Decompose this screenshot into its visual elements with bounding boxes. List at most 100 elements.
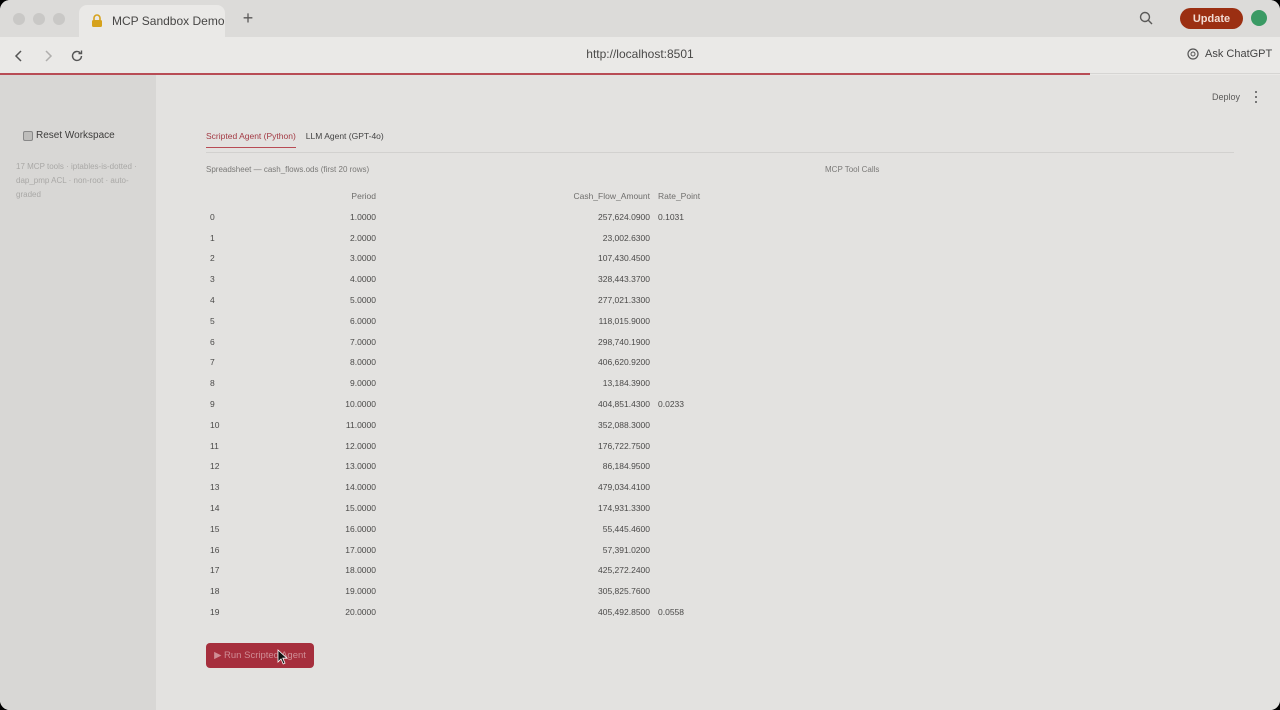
cell-cash-flow-amount[interactable]: 23,002.6300 — [506, 233, 650, 243]
update-button[interactable]: Update — [1180, 8, 1243, 29]
row-index[interactable]: 4 — [210, 295, 215, 305]
cell-cash-flow-amount[interactable]: 257,624.0900 — [506, 212, 650, 222]
cell-cash-flow-amount[interactable]: 13,184.3900 — [506, 378, 650, 388]
row-index[interactable]: 18 — [210, 586, 219, 596]
cell-cash-flow-amount[interactable]: 425,272.2400 — [506, 565, 650, 575]
cell-period[interactable]: 9.0000 — [266, 378, 376, 388]
row-index[interactable]: 6 — [210, 337, 215, 347]
row-index[interactable]: 5 — [210, 316, 215, 326]
table-row: 2 3.0000 107,430.4500 — [206, 249, 810, 270]
cell-period[interactable]: 16.0000 — [266, 524, 376, 534]
cell-period[interactable]: 8.0000 — [266, 357, 376, 367]
row-index[interactable]: 15 — [210, 524, 219, 534]
row-index[interactable]: 2 — [210, 253, 215, 263]
tab-llm-agent[interactable]: LLM Agent (GPT-4o) — [306, 131, 384, 148]
reset-checkbox-icon — [23, 130, 33, 141]
row-index[interactable]: 7 — [210, 357, 215, 367]
cell-period[interactable]: 6.0000 — [266, 316, 376, 326]
cell-cash-flow-amount[interactable]: 405,492.8500 — [506, 607, 650, 617]
table-row: 11 12.0000 176,722.7500 — [206, 437, 810, 458]
ask-chatgpt-button[interactable]: Ask ChatGPT — [1186, 47, 1272, 61]
table-row: 12 13.0000 86,184.9500 — [206, 457, 810, 478]
cell-cash-flow-amount[interactable]: 57,391.0200 — [506, 545, 650, 555]
table-row: 6 7.0000 298,740.1900 — [206, 333, 810, 354]
cell-rate-point[interactable]: 0.0558 — [658, 607, 684, 617]
row-index[interactable]: 1 — [210, 233, 215, 243]
cell-cash-flow-amount[interactable]: 305,825.7600 — [506, 586, 650, 596]
cell-period[interactable]: 4.0000 — [266, 274, 376, 284]
row-index[interactable]: 9 — [210, 399, 215, 409]
cell-cash-flow-amount[interactable]: 107,430.4500 — [506, 253, 650, 263]
new-tab-button[interactable]: + — [238, 8, 258, 28]
cell-cash-flow-amount[interactable]: 406,620.9200 — [506, 357, 650, 367]
row-index[interactable]: 19 — [210, 607, 219, 617]
zoom-window-button[interactable] — [53, 13, 65, 25]
row-index[interactable]: 13 — [210, 482, 219, 492]
row-index[interactable]: 8 — [210, 378, 215, 388]
cell-cash-flow-amount[interactable]: 118,015.9000 — [506, 316, 650, 326]
search-icon[interactable] — [1138, 10, 1156, 28]
cell-period[interactable]: 1.0000 — [266, 212, 376, 222]
cell-cash-flow-amount[interactable]: 328,443.3700 — [506, 274, 650, 284]
cell-period[interactable]: 11.0000 — [266, 420, 376, 430]
row-index[interactable]: 16 — [210, 545, 219, 555]
cell-period[interactable]: 18.0000 — [266, 565, 376, 575]
row-index[interactable]: 10 — [210, 420, 219, 430]
close-window-button[interactable] — [13, 13, 25, 25]
cell-period[interactable]: 3.0000 — [266, 253, 376, 263]
cell-rate-point[interactable]: 0.0233 — [658, 399, 684, 409]
browser-window: MCP Sandbox Demo + Update http://localho… — [0, 0, 1280, 710]
row-index[interactable]: 14 — [210, 503, 219, 513]
minimize-window-button[interactable] — [33, 13, 45, 25]
table-row: 10 11.0000 352,088.3000 — [206, 416, 810, 437]
main-menu-icon[interactable] — [1252, 90, 1260, 104]
tab-bar: MCP Sandbox Demo + Update — [0, 0, 1280, 37]
cell-rate-point[interactable]: 0.1031 — [658, 212, 684, 222]
header-cash-flow-amount[interactable]: Cash_Flow_Amount — [506, 191, 650, 201]
cell-period[interactable]: 20.0000 — [266, 607, 376, 617]
cell-cash-flow-amount[interactable]: 479,034.4100 — [506, 482, 650, 492]
cell-cash-flow-amount[interactable]: 277,021.3300 — [506, 295, 650, 305]
cell-period[interactable]: 13.0000 — [266, 461, 376, 471]
browser-tab[interactable]: MCP Sandbox Demo — [79, 5, 225, 37]
cell-period[interactable]: 12.0000 — [266, 441, 376, 451]
row-index[interactable]: 3 — [210, 274, 215, 284]
row-index[interactable]: 11 — [210, 441, 219, 451]
header-rate-point[interactable]: Rate_Point — [658, 191, 700, 201]
cell-period[interactable]: 10.0000 — [266, 399, 376, 409]
back-icon[interactable] — [10, 47, 28, 65]
sidebar: Reset Workspace 17 MCP tools · iptables-… — [0, 75, 156, 710]
cell-cash-flow-amount[interactable]: 55,445.4600 — [506, 524, 650, 534]
reset-workspace-label: Reset Workspace — [36, 130, 115, 141]
cash-flows-table[interactable]: Period Cash_Flow_Amount Rate_Point 0 1.00… — [206, 187, 810, 624]
sidebar-note: 17 MCP tools · iptables-is-dotted · dap_… — [16, 162, 137, 199]
cell-period[interactable]: 7.0000 — [266, 337, 376, 347]
reload-icon[interactable] — [68, 47, 86, 65]
tab-scripted-agent[interactable]: Scripted Agent (Python) — [206, 131, 296, 148]
mouse-cursor-icon — [277, 649, 289, 665]
cell-period[interactable]: 17.0000 — [266, 545, 376, 555]
reset-workspace-button[interactable]: Reset Workspace — [23, 130, 115, 141]
cell-period[interactable]: 2.0000 — [266, 233, 376, 243]
cell-cash-flow-amount[interactable]: 404,851.4300 — [506, 399, 650, 409]
tabs-divider — [206, 152, 1234, 153]
row-index[interactable]: 17 — [210, 565, 219, 575]
tab-title: MCP Sandbox Demo — [112, 14, 225, 28]
cell-cash-flow-amount[interactable]: 352,088.3000 — [506, 420, 650, 430]
cell-period[interactable]: 19.0000 — [266, 586, 376, 596]
header-period[interactable]: Period — [266, 191, 376, 201]
forward-icon[interactable] — [39, 47, 57, 65]
run-scripted-agent-button[interactable]: ▶ Run Scripted Agent — [206, 643, 314, 668]
cell-period[interactable]: 5.0000 — [266, 295, 376, 305]
deploy-button[interactable]: Deploy — [1212, 92, 1240, 102]
cell-period[interactable]: 15.0000 — [266, 503, 376, 513]
cell-period[interactable]: 14.0000 — [266, 482, 376, 492]
cell-cash-flow-amount[interactable]: 86,184.9500 — [506, 461, 650, 471]
profile-avatar[interactable] — [1251, 10, 1267, 26]
row-index[interactable]: 0 — [210, 212, 215, 222]
row-index[interactable]: 12 — [210, 461, 219, 471]
cell-cash-flow-amount[interactable]: 176,722.7500 — [506, 441, 650, 451]
cell-cash-flow-amount[interactable]: 174,931.3300 — [506, 503, 650, 513]
cell-cash-flow-amount[interactable]: 298,740.1900 — [506, 337, 650, 347]
address-bar[interactable]: http://localhost:8501 — [540, 47, 740, 61]
